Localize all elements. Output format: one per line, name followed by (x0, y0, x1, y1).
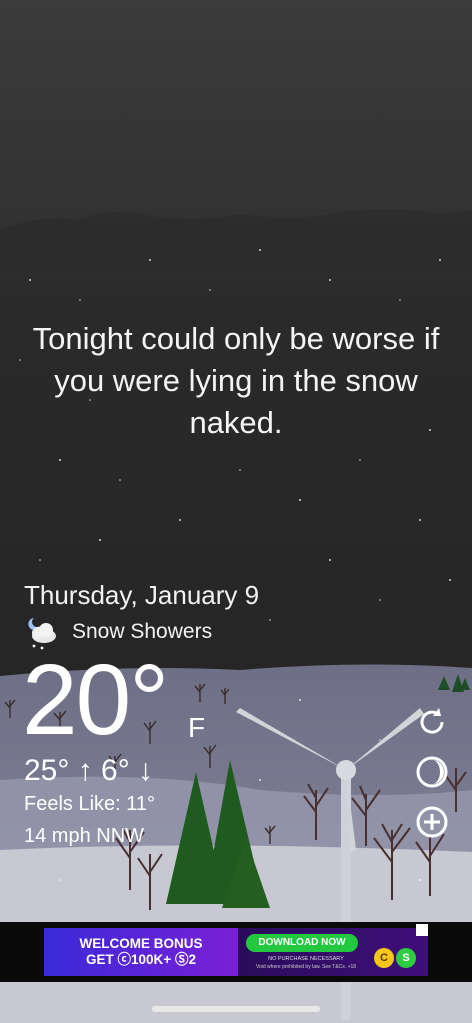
temperature-unit: F (188, 712, 206, 743)
forecast-date: Thursday, January 9 (24, 580, 260, 610)
forecast-quip: Tonight could only be worse if you were … (32, 321, 440, 440)
high-low-temperature: 25° ↑ 6° ↓ (24, 754, 154, 787)
add-circle-icon[interactable] (414, 804, 450, 840)
ad-disclaimer: NO PURCHASE NECESSARY (268, 956, 344, 962)
coin-s-icon: S (396, 948, 416, 968)
adchoices-icon[interactable] (416, 924, 428, 936)
ad-bonus-panel[interactable]: WELCOME BONUS GET ⓒ100K+ Ⓢ2 (44, 928, 238, 976)
current-temperature: 20° (22, 644, 169, 756)
condition-text: Snow Showers (72, 620, 213, 643)
background-scene (0, 0, 472, 1023)
coin-c-icon: C (374, 948, 394, 968)
ad-legal-text: Void where prohibited by law. See T&Cs. … (255, 964, 357, 970)
ad-download-panel[interactable]: DOWNLOAD NOW NO PURCHASE NECESSARY Void … (238, 928, 428, 976)
home-indicator[interactable] (152, 1006, 320, 1012)
moon-phase-icon[interactable] (414, 754, 450, 790)
refresh-icon[interactable] (414, 704, 450, 740)
feels-like-text: Feels Like: 11° (24, 793, 156, 815)
ad-banner[interactable]: WELCOME BONUS GET ⓒ100K+ Ⓢ2 DOWNLOAD NOW… (0, 922, 472, 982)
ad-bonus-line1: WELCOME BONUS (79, 936, 203, 951)
ad-bonus-line2: GET ⓒ100K+ Ⓢ2 (86, 952, 196, 967)
ad-download-button[interactable]: DOWNLOAD NOW (246, 934, 358, 952)
wind-text: 14 mph NNW (24, 825, 145, 847)
